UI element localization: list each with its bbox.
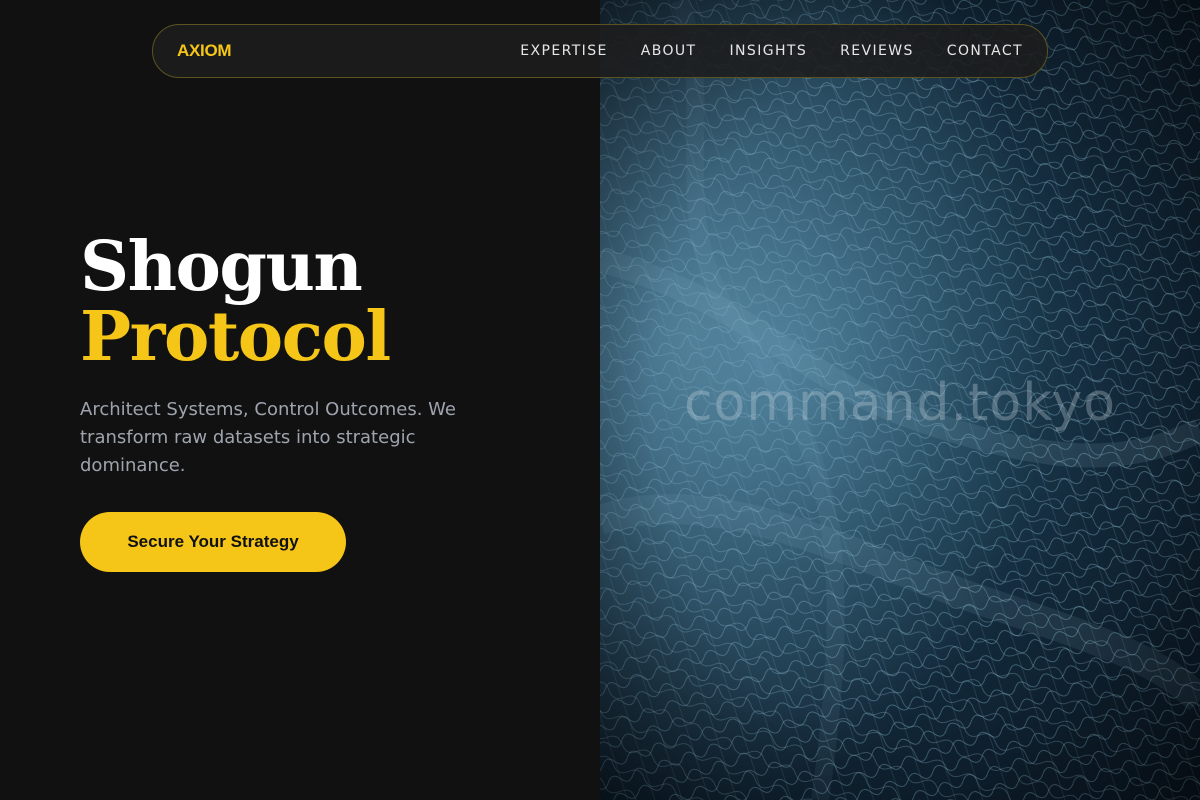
nav-link-reviews[interactable]: REVIEWS — [840, 43, 914, 59]
nav-link-contact[interactable]: CONTACT — [947, 43, 1023, 59]
hero-title-line2: Protocol — [80, 297, 391, 377]
hero-network-image: command.tokyo — [600, 0, 1200, 800]
hero-title-line1: Shogun — [80, 227, 363, 307]
nav-link-about[interactable]: ABOUT — [641, 43, 697, 59]
hero-subtitle: Architect Systems, Control Outcomes. We … — [80, 399, 456, 476]
watermark-text: command.tokyo — [683, 373, 1117, 433]
top-navigation: AXIOM EXPERTISE ABOUT INSIGHTS REVIEWS C… — [152, 24, 1048, 78]
secure-strategy-button[interactable]: Secure Your Strategy — [80, 512, 346, 572]
nav-link-insights[interactable]: INSIGHTS — [730, 43, 808, 59]
nav-link-expertise[interactable]: EXPERTISE — [520, 43, 607, 59]
brand-logo[interactable]: AXIOM — [177, 41, 232, 61]
nav-links: EXPERTISE ABOUT INSIGHTS REVIEWS CONTACT — [520, 43, 1023, 59]
hero-title: Shogun Protocol — [80, 227, 391, 377]
